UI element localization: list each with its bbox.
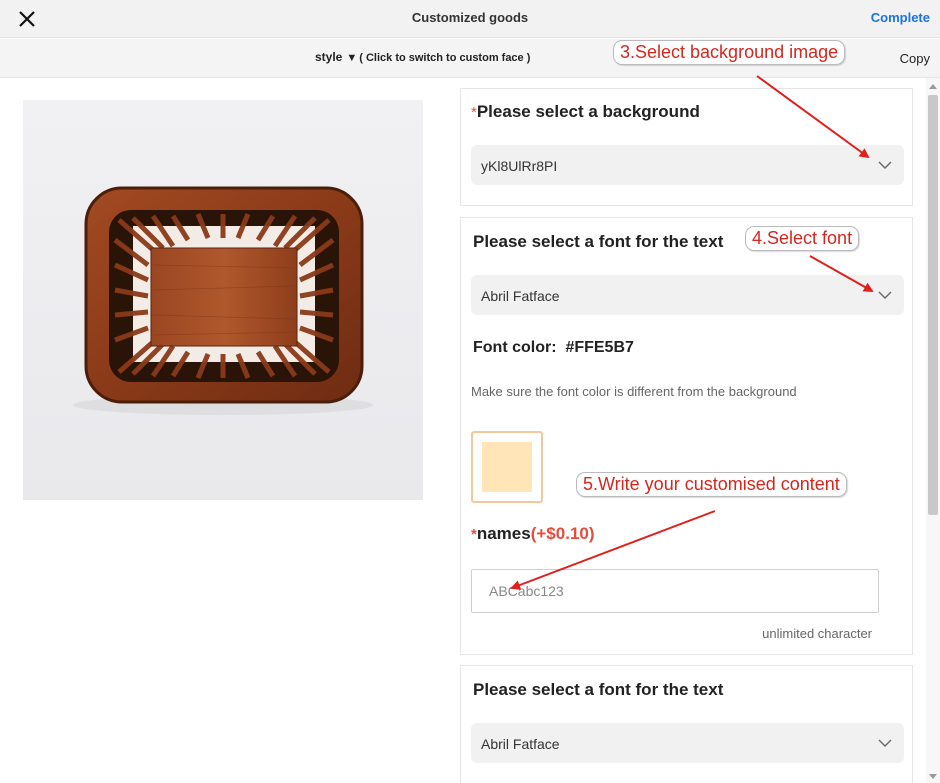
background-label: Please select a background — [476, 102, 700, 121]
names-price: (+$0.10) — [530, 524, 595, 543]
font-select[interactable]: Abril Fatface — [471, 275, 904, 315]
font-color-note: Make sure the font color is different fr… — [471, 384, 797, 399]
font-color-row: Font color: #FFE5B7 — [473, 339, 634, 357]
copy-button[interactable]: Copy — [900, 51, 930, 66]
scroll-down-arrow-icon[interactable] — [929, 774, 937, 779]
background-select-value: yKl8UlRr8PI — [481, 158, 558, 174]
chevron-down-icon — [878, 161, 892, 169]
complete-button[interactable]: Complete — [871, 10, 930, 25]
names-heading: *names(+$0.10) — [471, 524, 595, 544]
font-select-2[interactable]: Abril Fatface — [471, 723, 904, 763]
style-switch-button[interactable]: style ▼( Click to switch to custom face ) — [315, 50, 530, 64]
font-card: Please select a font for the text Abril … — [460, 217, 913, 655]
color-swatch-button[interactable] — [471, 431, 543, 503]
names-label: names — [476, 524, 531, 543]
chevron-down-icon — [878, 739, 892, 747]
switch-hint: ( Click to switch to custom face ) — [359, 52, 531, 64]
options-panel: *Please select a background yKl8UlRr8PI … — [448, 78, 928, 783]
scrollbar[interactable] — [926, 78, 940, 783]
font-label-2: Please select a font for the text — [473, 680, 724, 699]
style-label: style — [315, 50, 343, 64]
background-select[interactable]: yKl8UlRr8PI — [471, 145, 904, 185]
scroll-thumb[interactable] — [928, 95, 938, 515]
annotation-step-5: 5.Write your customised content — [576, 472, 847, 497]
annotation-step-4: 4.Select font — [745, 226, 860, 251]
top-bar: Customized goods Complete — [0, 0, 940, 38]
font-card-2: Please select a font for the text Abril … — [460, 665, 913, 783]
names-input[interactable] — [471, 569, 879, 613]
font-label: Please select a font for the text — [473, 232, 724, 251]
color-swatch — [482, 442, 532, 492]
font-color-label: Font color: — [473, 339, 557, 356]
background-heading: *Please select a background — [471, 102, 700, 122]
product-preview-image — [23, 100, 423, 500]
chevron-down-icon — [878, 291, 892, 299]
font-select-value-2: Abril Fatface — [481, 736, 560, 752]
background-card: *Please select a background yKl8UlRr8PI — [460, 88, 913, 206]
triangle-down-icon: ▼ — [346, 52, 358, 64]
character-limit-note: unlimited character — [762, 626, 872, 641]
annotation-step-3: 3.Select background image — [613, 40, 846, 65]
page-title: Customized goods — [411, 10, 529, 25]
font-color-value: #FFE5B7 — [565, 339, 634, 356]
font-select-value: Abril Fatface — [481, 288, 560, 304]
scroll-up-arrow-icon[interactable] — [929, 84, 937, 89]
wooden-frame-image — [73, 186, 373, 415]
